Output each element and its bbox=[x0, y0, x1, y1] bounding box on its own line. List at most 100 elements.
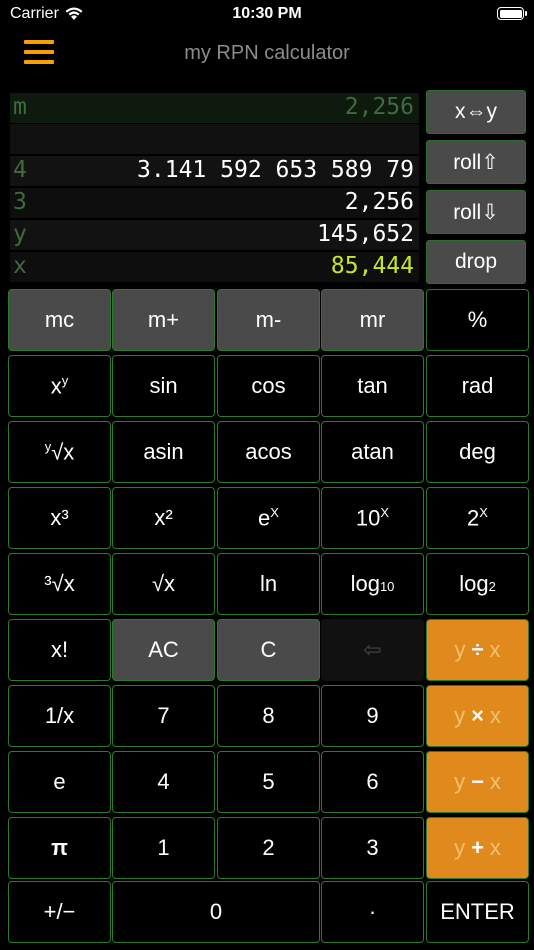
rad-key[interactable]: rad bbox=[426, 355, 529, 417]
pi-key[interactable]: π bbox=[8, 817, 111, 879]
divide-key[interactable]: y ÷ x bbox=[426, 619, 529, 681]
stack-row-4: 4 3.141 592 653 589 79 bbox=[10, 156, 419, 186]
key-label: ³√x bbox=[44, 571, 75, 596]
reciprocal-key[interactable]: 1/x bbox=[8, 685, 111, 747]
cos-key[interactable]: cos bbox=[217, 355, 320, 417]
key-label: tan bbox=[357, 373, 388, 398]
yroot-key[interactable]: y√x bbox=[8, 421, 111, 483]
drop-label: drop bbox=[454, 250, 498, 273]
stack-row-memory: m 2,256 bbox=[10, 93, 419, 123]
roll-down-button[interactable]: roll⇩ bbox=[426, 190, 526, 234]
key-label: acos bbox=[245, 439, 292, 464]
stack-label: m bbox=[13, 94, 27, 120]
key-label: +/− bbox=[43, 899, 76, 924]
key-label: 2X bbox=[467, 504, 488, 531]
digit-6-key[interactable]: 6 bbox=[321, 751, 424, 813]
digit-4-key[interactable]: 4 bbox=[112, 751, 215, 813]
digit-7-key[interactable]: 7 bbox=[112, 685, 215, 747]
mc-key[interactable]: mc bbox=[8, 289, 111, 351]
exp-key[interactable]: eX bbox=[217, 487, 320, 549]
battery-fill bbox=[499, 9, 522, 18]
asin-key[interactable]: asin bbox=[112, 421, 215, 483]
ten-power-key[interactable]: 10X bbox=[321, 487, 424, 549]
log2-key[interactable]: log2 bbox=[426, 553, 529, 615]
key-label: sin bbox=[149, 373, 178, 398]
square-key[interactable]: x² bbox=[112, 487, 215, 549]
sin-key[interactable]: sin bbox=[112, 355, 215, 417]
mr-key[interactable]: mr bbox=[321, 289, 424, 351]
multiply-key[interactable]: y × x bbox=[426, 685, 529, 747]
stack-label: 4 bbox=[13, 157, 27, 183]
subtract-key[interactable]: y − x bbox=[426, 751, 529, 813]
key-label: ln bbox=[259, 571, 278, 596]
key-label: 9 bbox=[366, 703, 379, 728]
tan-key[interactable]: tan bbox=[321, 355, 424, 417]
key-label: m- bbox=[255, 307, 282, 332]
deg-key[interactable]: deg bbox=[426, 421, 529, 483]
key-label: 10X bbox=[355, 504, 390, 531]
swap-xy-button[interactable]: x⇔y bbox=[426, 90, 526, 134]
key-label: e bbox=[53, 769, 66, 794]
key-label: log2 bbox=[459, 571, 496, 596]
stack-value: 145,652 bbox=[317, 221, 414, 247]
sign-toggle-key[interactable]: +/− bbox=[8, 881, 111, 943]
digit-2-key[interactable]: 2 bbox=[217, 817, 320, 879]
stack-row-3: 3 2,256 bbox=[10, 188, 419, 218]
status-bar: Carrier 10:30 PM bbox=[0, 0, 534, 30]
m-plus-key[interactable]: m+ bbox=[112, 289, 215, 351]
stack-value: 3.141 592 653 589 79 bbox=[137, 157, 414, 183]
stack-value: 85,444 bbox=[330, 253, 414, 279]
key-label: π bbox=[51, 835, 68, 860]
key-label: % bbox=[467, 307, 488, 332]
key-label: 1/x bbox=[44, 703, 75, 728]
percent-key[interactable]: % bbox=[426, 289, 529, 351]
cube-root-key[interactable]: ³√x bbox=[8, 553, 111, 615]
roll-up-button[interactable]: roll⇧ bbox=[426, 140, 526, 184]
key-label: xy bbox=[50, 372, 69, 399]
digit-0-key[interactable]: 0 bbox=[112, 881, 320, 943]
clock: 10:30 PM bbox=[232, 5, 302, 22]
key-label: atan bbox=[351, 439, 394, 464]
sqrt-key[interactable]: √x bbox=[112, 553, 215, 615]
drop-button[interactable]: drop bbox=[426, 240, 526, 284]
power-key[interactable]: xy bbox=[8, 355, 111, 417]
clear-key[interactable]: C bbox=[217, 619, 320, 681]
stack-row-x: x 85,444 bbox=[10, 252, 419, 282]
key-label: x! bbox=[50, 637, 69, 662]
key-label: cos bbox=[251, 373, 286, 398]
acos-key[interactable]: acos bbox=[217, 421, 320, 483]
ln-key[interactable]: ln bbox=[217, 553, 320, 615]
m-minus-key[interactable]: m- bbox=[217, 289, 320, 351]
euler-key[interactable]: e bbox=[8, 751, 111, 813]
backspace-key[interactable]: ⇦ bbox=[321, 619, 424, 681]
key-label: ENTER bbox=[440, 899, 515, 924]
key-label: y√x bbox=[44, 438, 75, 465]
key-label: C bbox=[260, 637, 277, 662]
stack-row-y: y 145,652 bbox=[10, 220, 419, 250]
log10-key[interactable]: log10 bbox=[321, 553, 424, 615]
digit-9-key[interactable]: 9 bbox=[321, 685, 424, 747]
key-label: 3 bbox=[366, 835, 379, 860]
enter-key[interactable]: ENTER bbox=[426, 881, 529, 943]
add-key[interactable]: y + x bbox=[426, 817, 529, 879]
factorial-key[interactable]: x! bbox=[8, 619, 111, 681]
all-clear-key[interactable]: AC bbox=[112, 619, 215, 681]
decimal-point-key[interactable]: · bbox=[321, 881, 424, 943]
digit-1-key[interactable]: 1 bbox=[112, 817, 215, 879]
atan-key[interactable]: atan bbox=[321, 421, 424, 483]
key-label: asin bbox=[143, 439, 184, 464]
roll-down-label: roll⇩ bbox=[453, 200, 499, 224]
digit-5-key[interactable]: 5 bbox=[217, 751, 320, 813]
key-label: 0 bbox=[209, 899, 223, 924]
battery-icon bbox=[497, 7, 527, 20]
key-label: 6 bbox=[366, 769, 379, 794]
digit-8-key[interactable]: 8 bbox=[217, 685, 320, 747]
key-label: 7 bbox=[157, 703, 170, 728]
two-power-key[interactable]: 2X bbox=[426, 487, 529, 549]
digit-3-key[interactable]: 3 bbox=[321, 817, 424, 879]
stack-value: 2,256 bbox=[344, 189, 414, 215]
key-label: m+ bbox=[147, 307, 180, 332]
stack-label: x bbox=[13, 253, 27, 279]
cube-key[interactable]: x³ bbox=[8, 487, 111, 549]
key-label: 4 bbox=[157, 769, 170, 794]
